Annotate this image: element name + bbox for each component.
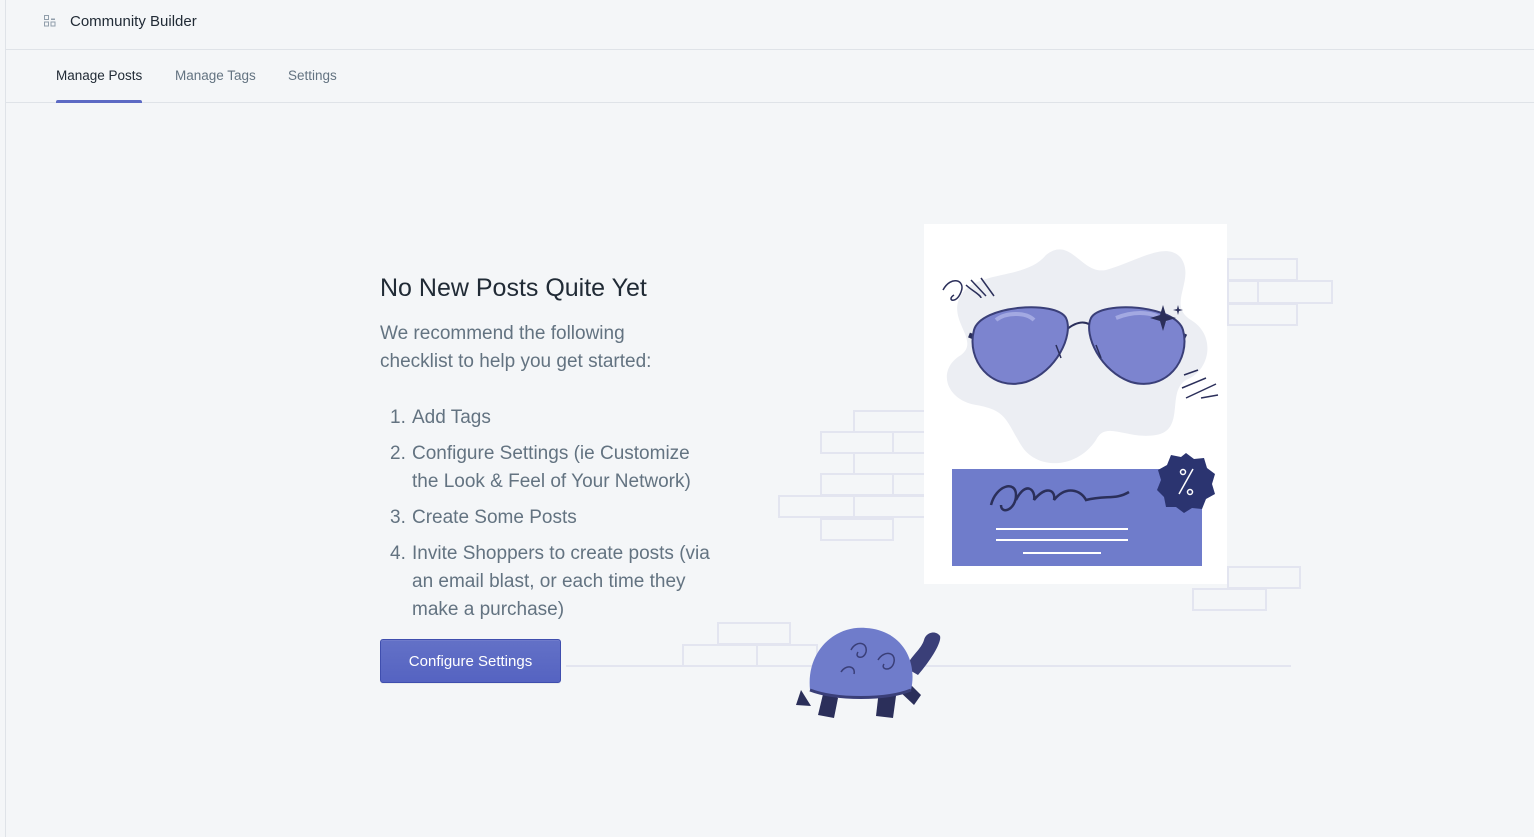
- getting-started-checklist: 1. Add Tags 2. Configure Settings (ie Cu…: [380, 404, 720, 632]
- checklist-item: 4. Invite Shoppers to create posts (via …: [380, 540, 720, 624]
- tab-manage-posts[interactable]: Manage Posts: [56, 50, 143, 103]
- top-bar: Community Builder: [6, 0, 1534, 50]
- configure-settings-button[interactable]: Configure Settings: [380, 639, 561, 683]
- checklist-item-text: Invite Shoppers to create posts (via an …: [412, 543, 710, 620]
- checklist-item: 3. Create Some Posts: [380, 504, 720, 532]
- apps-grid-icon: [44, 15, 56, 27]
- turtle-sunglasses-coupon-illustration: [566, 224, 1333, 718]
- tab-manage-tags[interactable]: Manage Tags: [175, 50, 256, 102]
- checklist-item: 2. Configure Settings (ie Customize the …: [380, 440, 720, 496]
- checklist-item-number: 2.: [390, 443, 406, 464]
- checklist-item-text: Add Tags: [412, 407, 491, 428]
- checklist-item: 1. Add Tags: [380, 404, 720, 432]
- empty-state-intro: We recommend the following checklist to …: [380, 323, 652, 372]
- tab-bar: Manage Posts Manage Tags Settings: [6, 50, 1534, 103]
- checklist-item-number: 3.: [390, 507, 406, 528]
- checklist-item-text: Configure Settings (ie Customize the Loo…: [412, 443, 691, 492]
- checklist-item-number: 1.: [390, 407, 406, 428]
- checklist-item-number: 4.: [390, 543, 406, 564]
- app-title: Community Builder: [70, 13, 197, 30]
- empty-state-heading: No New Posts Quite Yet: [380, 274, 647, 302]
- checklist-item-text: Create Some Posts: [412, 507, 577, 528]
- tab-settings[interactable]: Settings: [288, 50, 337, 102]
- app-frame: Community Builder Manage Posts Manage Ta…: [5, 0, 1534, 837]
